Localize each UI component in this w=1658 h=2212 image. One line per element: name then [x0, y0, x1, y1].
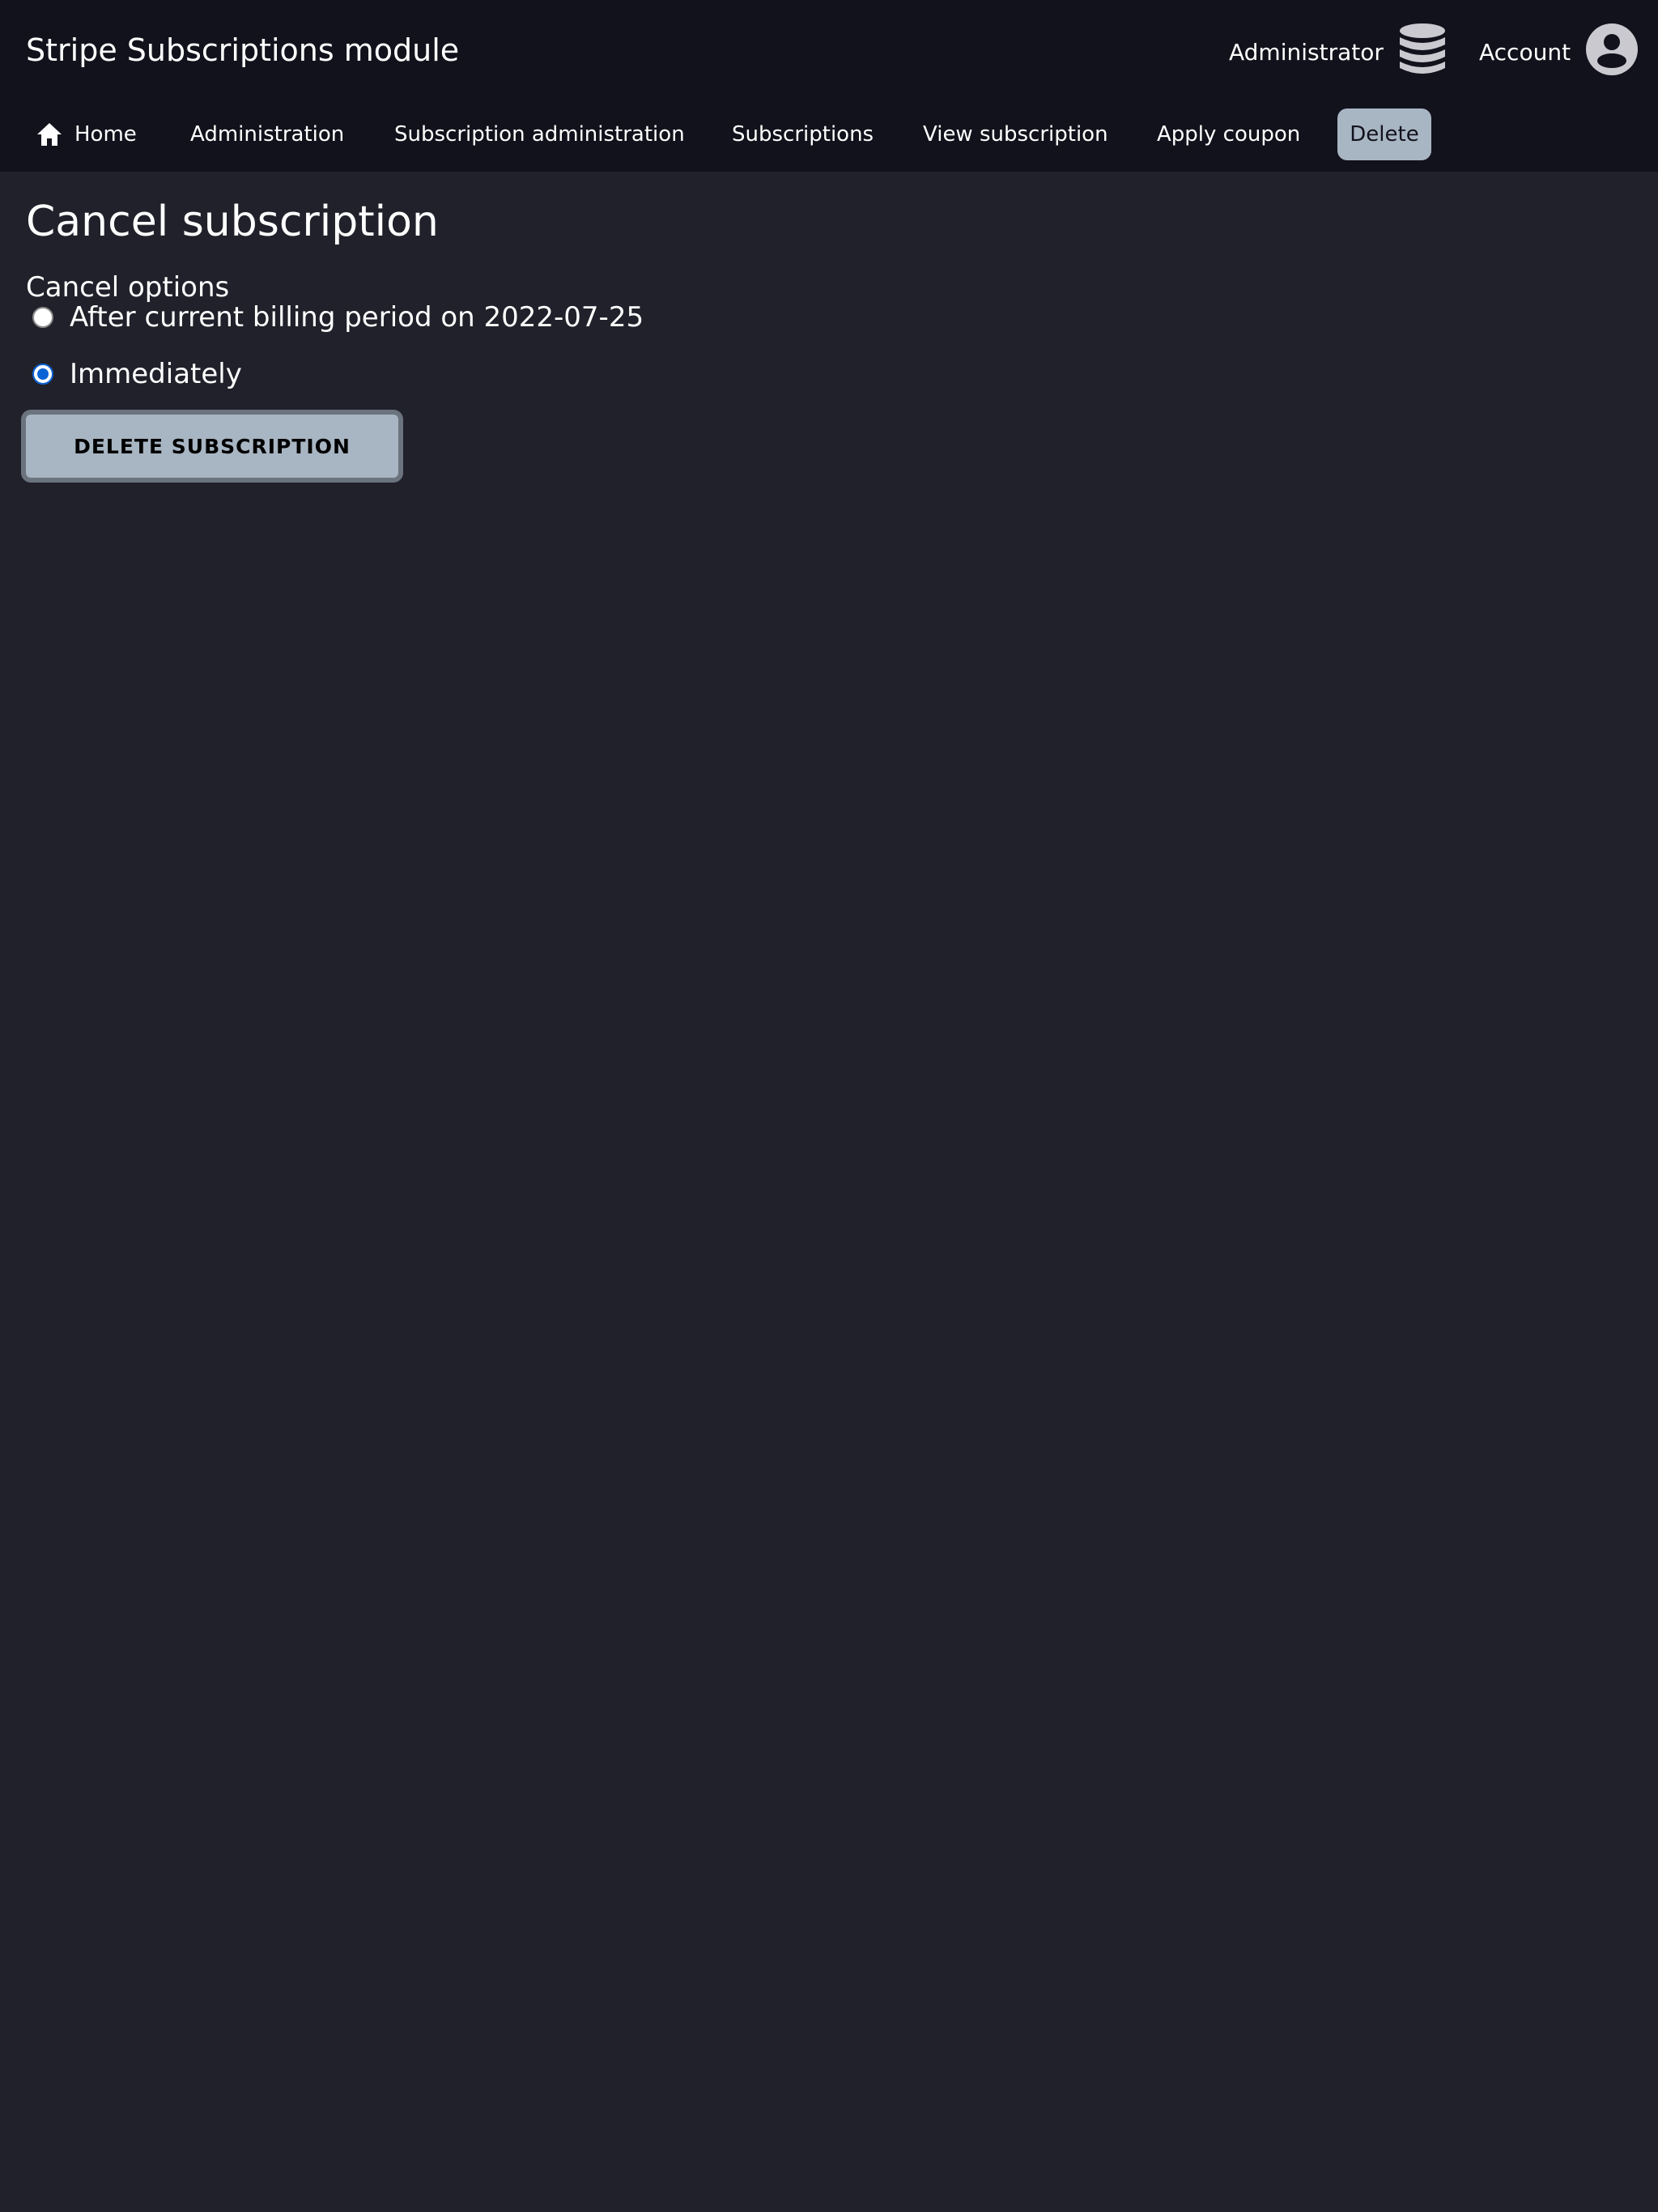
nav-item-delete[interactable]: Delete	[1337, 108, 1431, 160]
database-icon[interactable]	[1398, 23, 1447, 82]
account-menu[interactable]: Account	[1479, 23, 1639, 81]
radio-immediately[interactable]	[32, 364, 53, 385]
site-header: Stripe Subscriptions module Administrato…	[0, 0, 1658, 172]
cancel-option-end-of-period[interactable]: After current billing period on 2022-07-…	[32, 300, 644, 335]
user-circle-icon[interactable]	[1585, 23, 1639, 82]
nav-item-subscriptions[interactable]: Subscriptions	[732, 108, 874, 160]
delete-subscription-button[interactable]: DELETE SUBSCRIPTION	[21, 410, 403, 483]
nav-item-apply-coupon[interactable]: Apply coupon	[1157, 108, 1300, 160]
cancel-option-immediately[interactable]: Immediately	[32, 356, 242, 392]
radio-label-end-of-period[interactable]: After current billing period on 2022-07-…	[70, 301, 644, 334]
home-icon	[37, 123, 62, 146]
radio-end-of-period[interactable]	[32, 307, 53, 328]
site-title[interactable]: Stripe Subscriptions module	[26, 31, 459, 70]
nav-item-subscription-administration[interactable]: Subscription administration	[394, 108, 685, 160]
administrator-menu[interactable]: Administrator	[1229, 23, 1447, 81]
administrator-label[interactable]: Administrator	[1229, 39, 1384, 66]
nav-item-administration[interactable]: Administration	[190, 108, 344, 160]
radio-label-immediately[interactable]: Immediately	[70, 358, 242, 390]
nav-item-home[interactable]: Home	[36, 108, 137, 160]
nav-item-label: Home	[74, 122, 137, 147]
page-title: Cancel subscription	[26, 198, 439, 246]
nav-item-view-subscription[interactable]: View subscription	[923, 108, 1108, 160]
account-label[interactable]: Account	[1479, 39, 1571, 66]
